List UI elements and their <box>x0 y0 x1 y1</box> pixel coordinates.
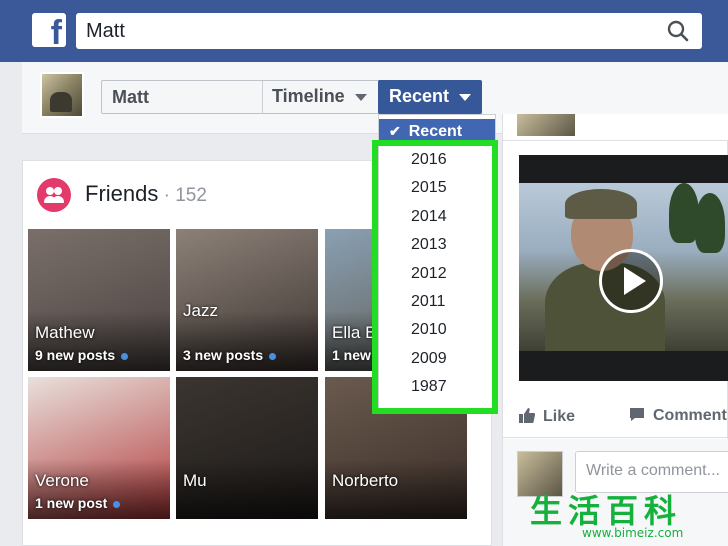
chevron-down-icon <box>459 93 472 101</box>
profile-avatar[interactable] <box>40 72 84 118</box>
comment-label: Comment <box>653 407 727 424</box>
thumbs-up-icon <box>519 408 535 423</box>
menu-item-year[interactable]: 2013 <box>378 231 492 259</box>
post-actions: Like Comment <box>503 403 728 433</box>
menu-item-label: Recent <box>408 123 463 140</box>
new-posts-label: 1 new post <box>35 495 108 511</box>
post-thumbnail <box>517 114 575 136</box>
year-list: 2016 2015 2014 2013 2012 2011 2010 2009 1987 <box>378 146 492 402</box>
play-icon[interactable] <box>599 249 663 313</box>
menu-item-year[interactable]: 2015 <box>378 174 492 202</box>
unread-dot-icon <box>113 500 121 508</box>
unread-dot-icon <box>269 352 277 360</box>
menu-item-year[interactable]: 2016 <box>378 146 492 174</box>
friend-name[interactable]: Ella B <box>332 323 376 343</box>
new-posts-count: 3 new posts <box>183 347 277 363</box>
new-posts-label: 1 new <box>332 347 371 363</box>
recent-dropdown-button[interactable]: Recent <box>378 80 482 114</box>
timeline-dropdown[interactable]: Timeline <box>272 86 367 107</box>
friend-name[interactable]: Norberto <box>332 471 398 491</box>
divider <box>503 437 728 438</box>
checkmark-icon: ✔ <box>389 123 401 139</box>
menu-item-year[interactable]: 2009 <box>378 345 492 373</box>
friend-tile[interactable]: Jazz 3 new posts <box>176 229 318 371</box>
search-field[interactable]: Matt <box>76 13 702 49</box>
watermark-url: www.bimeiz.com <box>582 526 684 540</box>
friends-title: Friends <box>85 181 159 206</box>
comment-icon <box>630 408 644 421</box>
like-button[interactable]: Like <box>519 407 575 426</box>
new-posts-count: 9 new posts <box>35 347 129 363</box>
friend-name[interactable]: Mu <box>183 471 207 491</box>
filter-divider <box>262 81 263 113</box>
friend-tile[interactable]: Mathew 9 new posts <box>28 229 170 371</box>
unread-dot-icon <box>121 352 129 360</box>
menu-item-year[interactable]: 2011 <box>378 288 492 316</box>
watermark-logo: 生活百科 www.bimeiz.com <box>530 486 726 544</box>
tree-shape <box>695 193 725 253</box>
friends-heading[interactable]: Friends · 152 <box>85 181 207 207</box>
friend-name[interactable]: Mathew <box>35 323 95 343</box>
search-input[interactable]: Matt <box>86 20 125 43</box>
menu-item-year[interactable]: 2014 <box>378 203 492 231</box>
friend-name[interactable]: Verone <box>35 471 89 491</box>
friend-tile[interactable]: Verone 1 new post <box>28 377 170 519</box>
comment-button[interactable]: Comment <box>629 407 727 425</box>
menu-item-year[interactable]: 2012 <box>378 260 492 288</box>
friend-tile[interactable]: Mu <box>176 377 318 519</box>
person-cap <box>565 189 637 219</box>
new-posts-label: 9 new posts <box>35 347 116 363</box>
like-label: Like <box>543 408 576 425</box>
friends-count: · 152 <box>158 185 207 206</box>
facebook-logo-icon[interactable]: f <box>32 13 66 50</box>
video-player[interactable] <box>519 155 728 381</box>
chevron-down-icon <box>354 93 367 101</box>
recent-label: Recent <box>389 86 450 106</box>
menu-item-year[interactable]: 1987 <box>378 373 492 401</box>
top-navigation-bar: f Matt <box>0 0 728 62</box>
timeline-label: Timeline <box>272 86 345 106</box>
menu-item-year[interactable]: 2010 <box>378 316 492 344</box>
new-posts-label: 3 new posts <box>183 347 264 363</box>
filter-name-field[interactable]: Matt <box>112 87 149 108</box>
friend-name[interactable]: Jazz <box>183 301 218 321</box>
friends-icon <box>37 178 71 212</box>
search-icon[interactable] <box>666 19 690 43</box>
filter-box: Matt Timeline <box>101 80 383 114</box>
new-posts-count: 1 new post <box>35 495 121 511</box>
